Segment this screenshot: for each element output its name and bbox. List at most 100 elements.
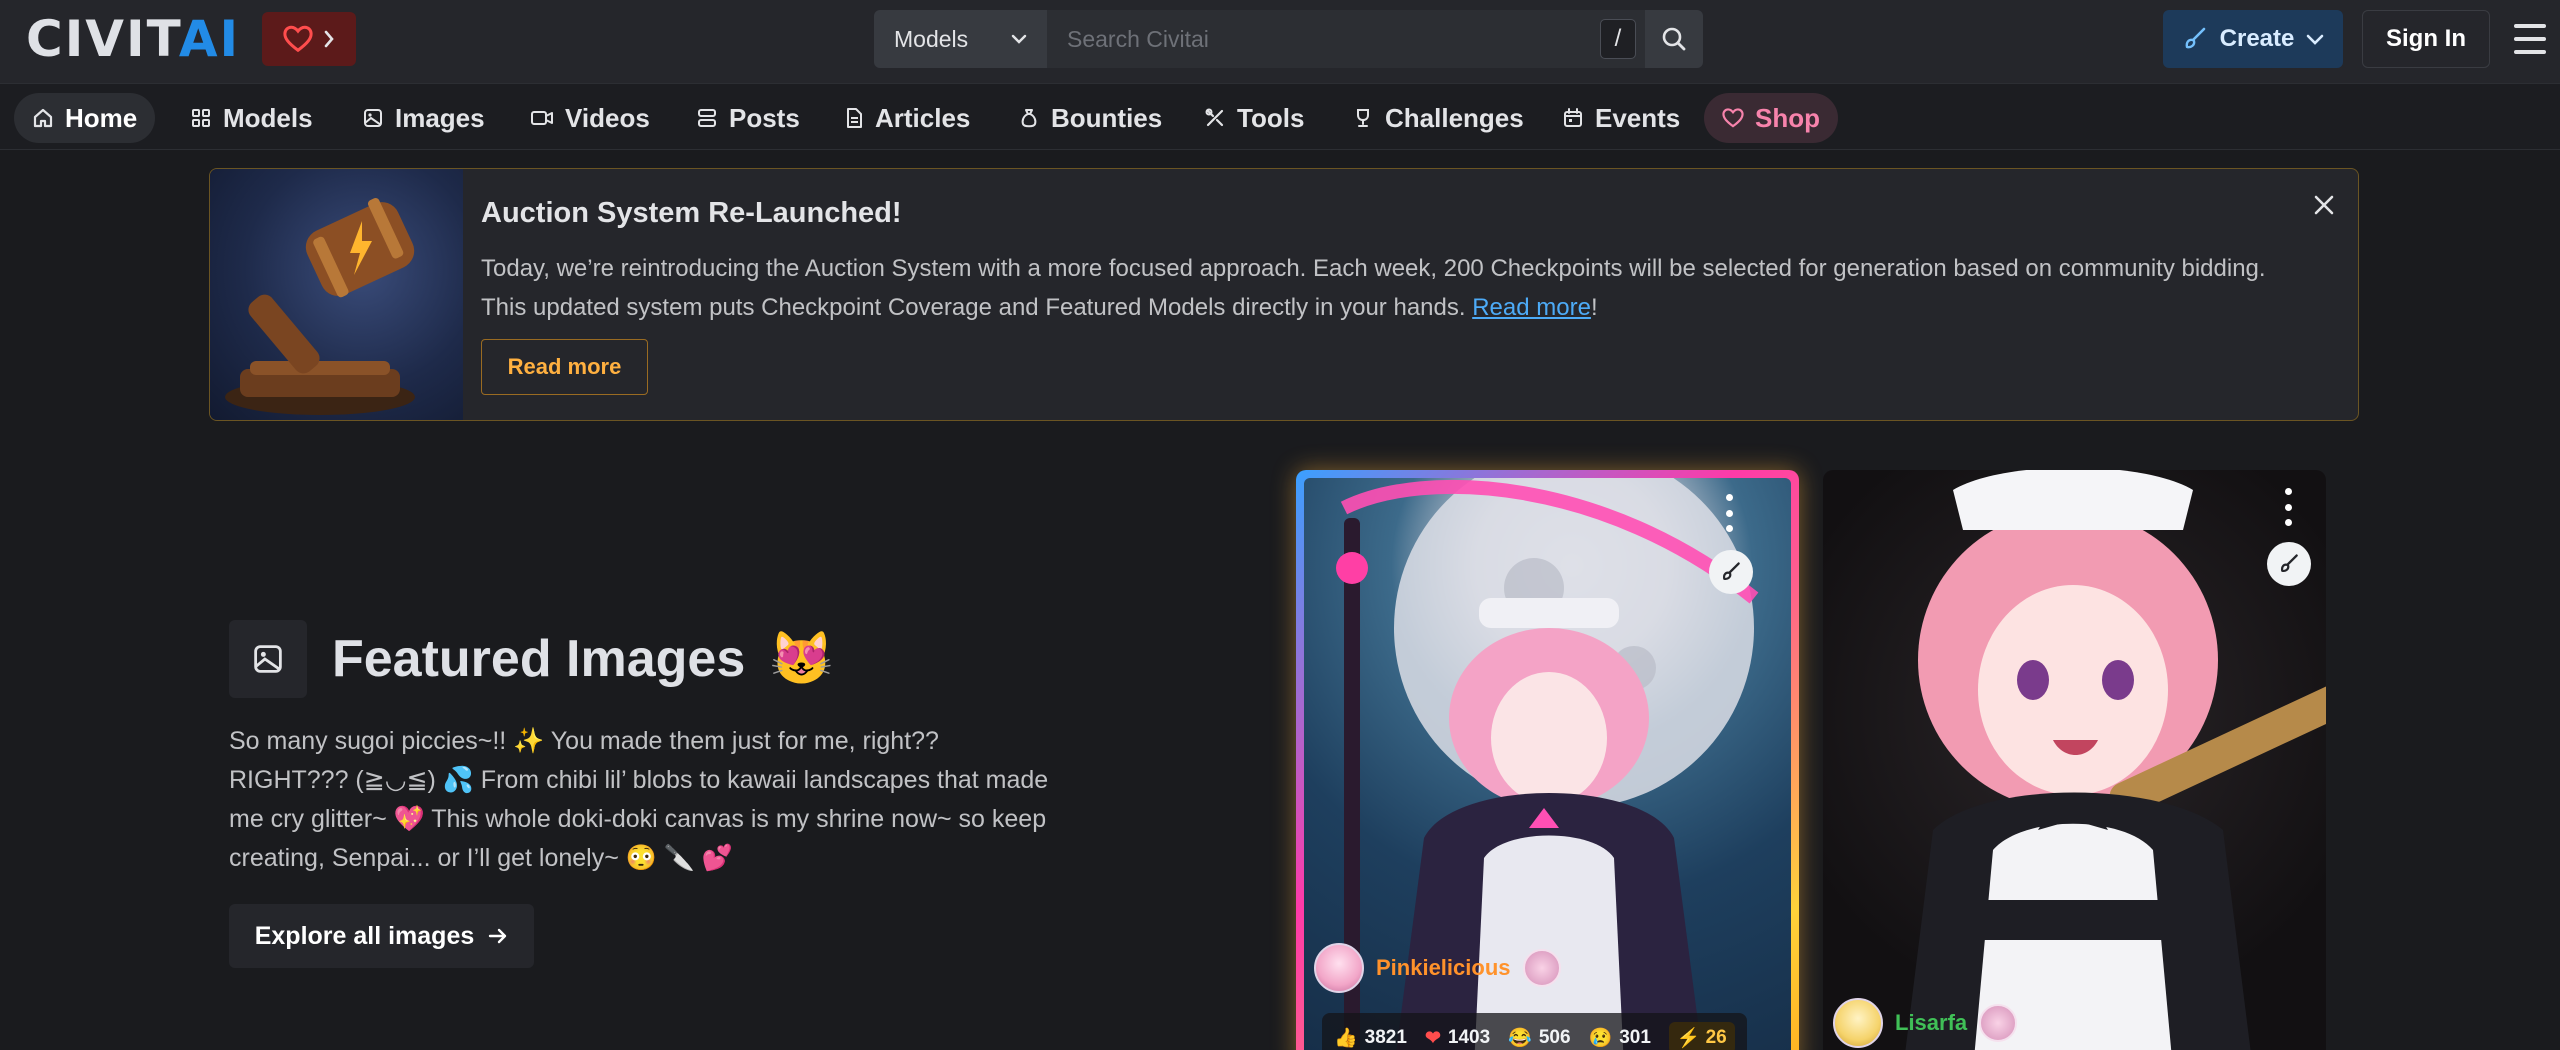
heart-icon: ❤: [1424, 1027, 1441, 1049]
reaction-count: 301: [1619, 1027, 1651, 1048]
laugh-icon: 😂: [1508, 1028, 1532, 1049]
nav-item-articles[interactable]: Articles: [826, 93, 988, 143]
featured-title: Featured Images: [332, 629, 746, 688]
close-button[interactable]: [2308, 189, 2340, 221]
nav-item-models[interactable]: Models: [172, 93, 331, 143]
featured-image-card[interactable]: Pinkielicious 👍 3821 ❤ 1403 😂 506 😢 301 ⚡ 26: [1296, 470, 1799, 1050]
heart-icon: [1722, 108, 1744, 128]
thumbs-up-icon: 👍: [1334, 1028, 1358, 1049]
nav-item-label: Images: [395, 102, 485, 133]
nav-item-label: Challenges: [1385, 102, 1524, 133]
read-more-button[interactable]: Read more: [481, 339, 648, 395]
announcement-text: Today, we’re reintroducing the Auction S…: [481, 255, 2266, 321]
user-badge: [1979, 1004, 2018, 1042]
search-category-select[interactable]: Models: [874, 10, 1047, 68]
reaction-like[interactable]: 👍 3821: [1334, 1026, 1407, 1050]
featured-description: So many sugoi piccies~!! ✨ You made them…: [229, 727, 1049, 872]
search-button[interactable]: [1645, 10, 1703, 68]
search-icon: [1661, 26, 1687, 52]
featured-image[interactable]: Pinkielicious 👍 3821 ❤ 1403 😂 506 😢 301 ⚡ 26: [1304, 478, 1791, 1050]
nav-item-videos[interactable]: Videos: [512, 93, 668, 143]
image-icon: [362, 107, 384, 129]
explore-all-images-button[interactable]: Explore all images: [229, 904, 534, 968]
home-icon: [32, 107, 54, 129]
tools-icon: [1204, 107, 1226, 129]
nav-item-label: Videos: [565, 102, 650, 133]
brush-icon: [1720, 561, 1742, 583]
nav-item-home[interactable]: Home: [14, 93, 156, 143]
reaction-count: 506: [1538, 1027, 1571, 1048]
nav-item-bounties[interactable]: Bounties: [1000, 93, 1180, 143]
username: Pinkielicious: [1376, 955, 1511, 980]
video-icon: [530, 107, 554, 129]
nav-item-label: Events: [1595, 102, 1681, 133]
search-category-label: Models: [894, 25, 969, 52]
more-options-icon[interactable]: [2283, 488, 2293, 526]
nav-item-tools[interactable]: Tools: [1186, 93, 1322, 143]
remix-button[interactable]: [2267, 542, 2311, 586]
announcement-read-more-link[interactable]: Read more: [1472, 294, 1591, 321]
brush-icon: [2278, 553, 2300, 575]
announcement-title: Auction System Re-Launched!: [481, 197, 902, 229]
auction-gavel-image: [210, 169, 463, 420]
reaction-laugh[interactable]: 😂 506: [1508, 1026, 1570, 1050]
reaction-count: 1403: [1447, 1027, 1491, 1048]
brush-icon: [2182, 26, 2208, 52]
card-user[interactable]: Lisarfa: [1833, 998, 2018, 1048]
featured-image[interactable]: [1823, 470, 2326, 1050]
avatar: [1314, 943, 1364, 993]
main-nav: Home Models Images Videos Posts Articles…: [0, 84, 2560, 150]
nav-item-posts[interactable]: Posts: [678, 93, 818, 143]
reactions-bar: 👍 3821 ❤ 1403 😂 506 😢 301 ⚡ 26: [1322, 1013, 1747, 1050]
reaction-count: 3821: [1364, 1027, 1407, 1048]
heart-eyes-cat-emoji: 😻: [769, 630, 835, 688]
nav-item-challenges[interactable]: Challenges: [1334, 93, 1542, 143]
reaction-cry[interactable]: 😢 301: [1589, 1026, 1651, 1050]
announcement-banner: Auction System Re-Launched! Today, we’re…: [209, 168, 2359, 421]
lightning-icon: ⚡: [1676, 1028, 1701, 1049]
nav-item-label: Home: [65, 102, 138, 133]
heart-icon: [283, 25, 313, 53]
nav-item-label: Shop: [1755, 102, 1820, 133]
chevron-right-icon: [323, 29, 335, 49]
moneybag-icon: [1018, 107, 1040, 129]
chevron-down-icon: [1011, 34, 1027, 44]
search-bar: Models: [874, 10, 1703, 68]
image-icon: [251, 642, 285, 676]
trophy-icon: [1352, 107, 1374, 129]
card-user[interactable]: Pinkielicious: [1314, 943, 1561, 993]
user-badge: [1522, 949, 1561, 987]
buzz-tip[interactable]: ⚡ 26: [1668, 1022, 1735, 1050]
article-icon: [844, 107, 864, 129]
username: Lisarfa: [1895, 1010, 1968, 1035]
announcement-body: Today, we’re reintroducing the Auction S…: [481, 249, 2291, 327]
avatar: [1833, 998, 1883, 1048]
top-header: CIVITAI Models / Create: [0, 0, 2560, 84]
nav-item-images[interactable]: Images: [344, 93, 503, 143]
nav-item-shop[interactable]: Shop: [1704, 93, 1838, 143]
nav-item-label: Models: [223, 102, 313, 133]
featured-image-card[interactable]: Lisarfa: [1823, 470, 2326, 1050]
menu-icon[interactable]: [2514, 24, 2546, 54]
nav-item-label: Tools: [1237, 102, 1305, 133]
featured-images-icon-box: [229, 620, 307, 698]
calendar-icon: [1562, 107, 1584, 129]
nav-item-label: Articles: [875, 102, 971, 133]
grid-icon: [190, 107, 212, 129]
arrow-right-icon: [488, 927, 508, 945]
reaction-heart[interactable]: ❤ 1403: [1425, 1027, 1490, 1050]
create-button[interactable]: Create: [2163, 10, 2343, 68]
support-button[interactable]: [262, 12, 356, 66]
logo-accent-text: AI: [178, 10, 241, 68]
logo-main-text: CIVIT: [26, 10, 179, 68]
posts-icon: [696, 107, 718, 129]
more-options-icon[interactable]: [1724, 494, 1734, 532]
announcement-suffix: !: [1590, 294, 1598, 321]
remix-button[interactable]: [1709, 550, 1753, 594]
civitai-logo[interactable]: CIVITAI: [26, 14, 240, 64]
nav-item-events[interactable]: Events: [1544, 93, 1698, 143]
search-input[interactable]: [1047, 10, 1645, 68]
sign-in-button[interactable]: Sign In: [2362, 10, 2490, 68]
close-icon: [2313, 194, 2335, 216]
featured-images-heading: Featured Images 😻: [332, 628, 834, 689]
